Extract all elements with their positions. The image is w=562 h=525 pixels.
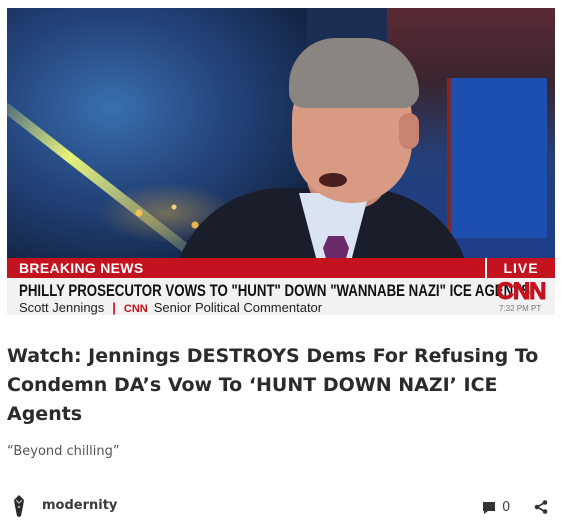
article-subtitle: “Beyond chilling” — [7, 444, 120, 459]
person-ear — [399, 113, 419, 149]
chyron-body: PHILLY PROSECUTOR VOWS TO "HUNT" DOWN "W… — [7, 278, 555, 315]
live-label: LIVE — [485, 258, 555, 278]
share-icon[interactable] — [533, 499, 549, 515]
author-name[interactable]: modernity — [42, 498, 117, 513]
comment-icon[interactable] — [481, 500, 497, 516]
chyron-byline: Scott Jennings | CNN Senior Political Comme… — [19, 300, 322, 315]
article-title[interactable]: Watch: Jennings DESTROYS Dems For Refusi… — [7, 342, 547, 429]
chyron-headline: PHILLY PROSECUTOR VOWS TO "HUNT" DOWN "W… — [19, 281, 531, 300]
studio-screen — [447, 78, 547, 238]
person-mouth — [319, 173, 347, 187]
article-footer: modernity 0 — [7, 494, 555, 518]
byline-separator: | — [112, 300, 116, 315]
breaking-news-label: BREAKING NEWS — [7, 258, 485, 278]
network-small-logo: CNN — [123, 303, 148, 315]
guest-name: Scott Jennings — [19, 300, 105, 315]
comment-count[interactable]: 0 — [502, 500, 510, 515]
chyron-tag-bar: BREAKING NEWS LIVE — [7, 258, 555, 278]
broadcast-time: 7:32 PM PT — [499, 304, 542, 313]
avatar[interactable] — [11, 494, 27, 518]
article-thumbnail[interactable]: BREAKING NEWS LIVE PHILLY PROSECUTOR VOW… — [7, 8, 555, 315]
cnn-logo: CNN — [496, 278, 547, 305]
guest-role: Senior Political Commentator — [153, 300, 323, 315]
chyron: BREAKING NEWS LIVE PHILLY PROSECUTOR VOW… — [7, 258, 555, 315]
